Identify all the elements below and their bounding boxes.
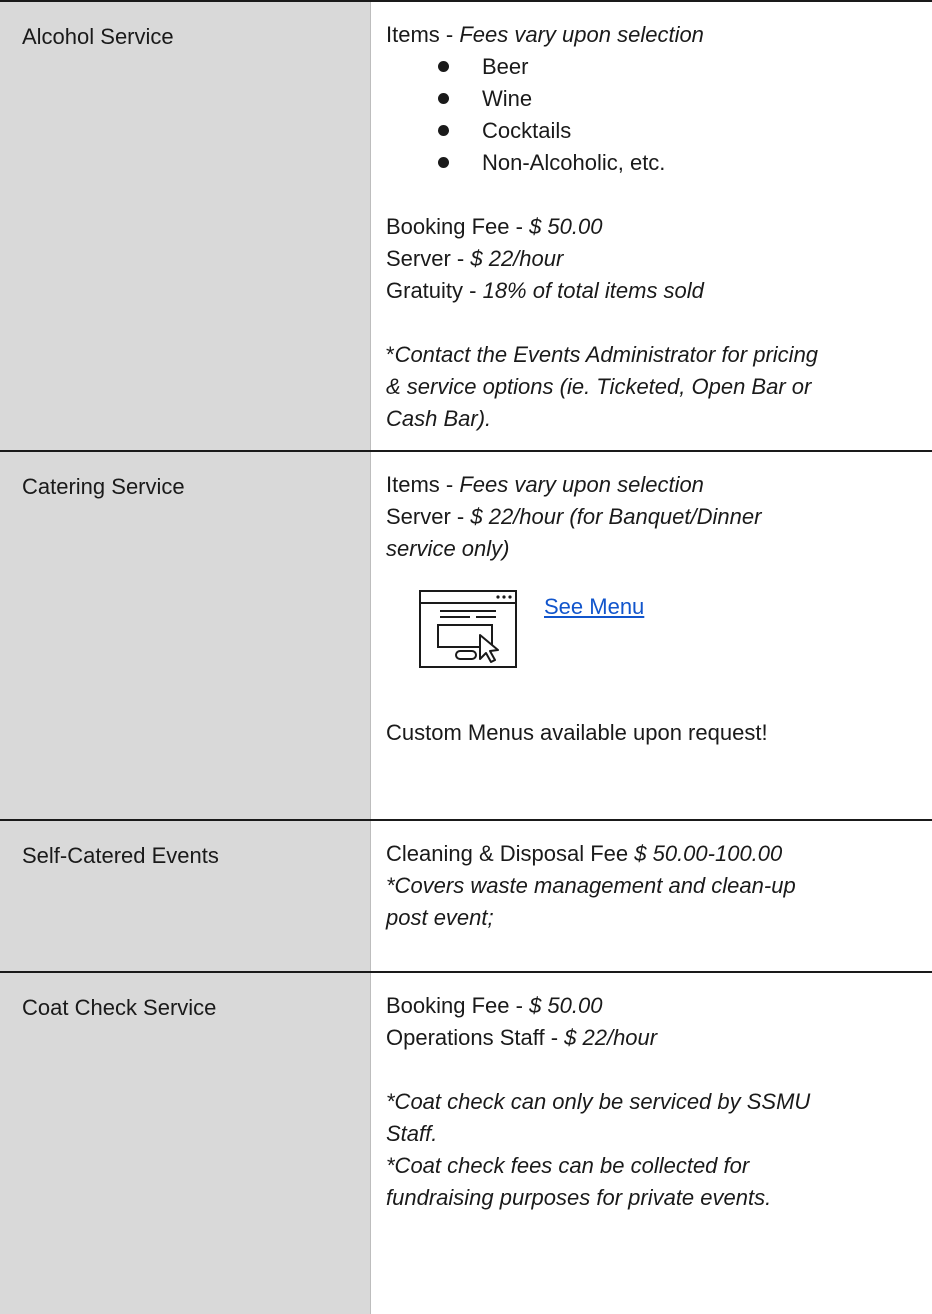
- services-table: Alcohol Service Items - Fees vary upon s…: [0, 0, 932, 1314]
- row-coat-check-service: Coat Check Service Booking Fee - $ 50.00…: [0, 971, 932, 1314]
- fee-line: Cleaning & Disposal Fee $ 50.00-100.00: [386, 841, 783, 866]
- note-line: *Coat check can only be serviced by SSMU: [386, 1089, 811, 1114]
- list-item: Non-Alcoholic, etc.: [438, 147, 932, 179]
- service-name-cell: Self-Catered Events: [0, 821, 371, 971]
- service-name-cell: Catering Service: [0, 452, 371, 819]
- fee-line: Booking Fee - $ 50.00: [386, 993, 603, 1018]
- note-line: *Contact the Events Administrator for pr…: [386, 342, 819, 367]
- bullet-icon: [438, 157, 449, 168]
- server-line: Server - $ 22/hour (for Banquet/Dinner: [386, 504, 762, 529]
- row-self-catered-events: Self-Catered Events Cleaning & Disposal …: [0, 819, 932, 971]
- note-line: post event;: [386, 905, 494, 930]
- web-page-click-icon[interactable]: [418, 589, 518, 669]
- items-line: Items - Fees vary upon selection: [386, 22, 704, 47]
- see-menu-link[interactable]: See Menu: [544, 591, 644, 623]
- service-details-cell: Booking Fee - $ 50.00 Operations Staff -…: [371, 973, 932, 1314]
- bullet-icon: [438, 125, 449, 136]
- list-item: Wine: [438, 83, 932, 115]
- server-line-continued: service only): [386, 536, 510, 561]
- bullet-icon: [438, 93, 449, 104]
- fee-line: Operations Staff - $ 22/hour: [386, 1025, 658, 1050]
- row-catering-service: Catering Service Items - Fees vary upon …: [0, 450, 932, 819]
- service-details-cell: Cleaning & Disposal Fee $ 50.00-100.00 *…: [371, 821, 932, 971]
- service-name: Coat Check Service: [22, 995, 217, 1020]
- fee-line: Server - $ 22/hour: [386, 246, 564, 271]
- note-line: Staff.: [386, 1121, 438, 1146]
- service-details-cell: Items - Fees vary upon selection Beer Wi…: [371, 2, 932, 450]
- menu-block: See Menu: [386, 565, 932, 717]
- note-line: *Covers waste management and clean-up: [386, 873, 796, 898]
- list-item: Cocktails: [438, 115, 932, 147]
- items-line: Items - Fees vary upon selection: [386, 472, 704, 497]
- list-item: Beer: [438, 51, 932, 83]
- custom-menus-text: Custom Menus available upon request!: [386, 720, 768, 745]
- note-line: *Coat check fees can be collected for: [386, 1153, 750, 1178]
- service-name-cell: Alcohol Service: [0, 2, 371, 450]
- service-name: Catering Service: [22, 474, 185, 499]
- row-alcohol-service: Alcohol Service Items - Fees vary upon s…: [0, 0, 932, 450]
- service-name: Alcohol Service: [22, 24, 174, 49]
- service-name: Self-Catered Events: [22, 843, 219, 868]
- note-line: fundraising purposes for private events.: [386, 1185, 772, 1210]
- items-list: Beer Wine Cocktails Non-Alcoholic, etc.: [386, 51, 932, 179]
- bullet-icon: [438, 61, 449, 72]
- fee-line: Booking Fee - $ 50.00: [386, 214, 603, 239]
- fee-line: Gratuity - 18% of total items sold: [386, 278, 704, 303]
- service-details-cell: Items - Fees vary upon selection Server …: [371, 452, 932, 819]
- note-line: Cash Bar).: [386, 406, 492, 431]
- note-line: & service options (ie. Ticketed, Open Ba…: [386, 374, 812, 399]
- service-name-cell: Coat Check Service: [0, 973, 371, 1314]
